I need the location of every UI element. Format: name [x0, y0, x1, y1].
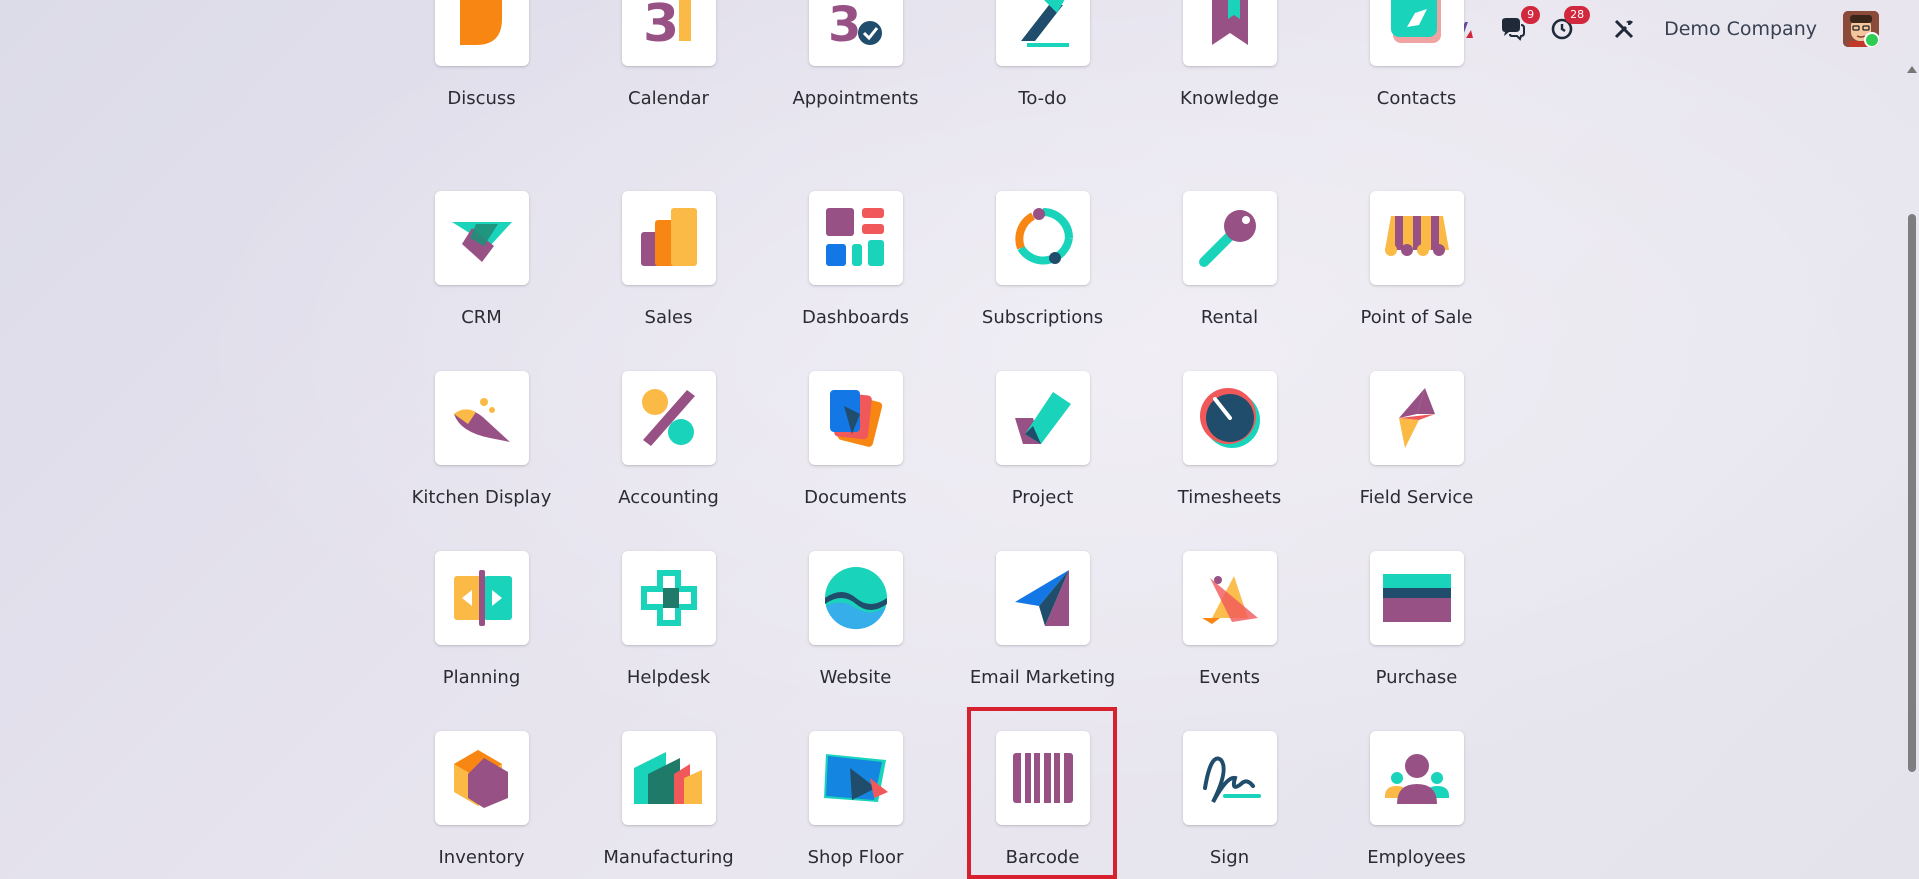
- app-email-marketing[interactable]: Email Marketing: [949, 551, 1136, 688]
- app-point-of-sale[interactable]: Point of Sale: [1323, 191, 1510, 328]
- sales-icon: [621, 191, 716, 285]
- app-label: Timesheets: [1177, 487, 1282, 508]
- app-label: Manufacturing: [603, 847, 734, 868]
- app-label: Email Marketing: [969, 667, 1116, 688]
- app-label: Knowledge: [1180, 88, 1279, 109]
- app-label: Planning: [442, 667, 521, 688]
- app-manufacturing[interactable]: Manufacturing: [575, 731, 762, 868]
- app-label: Appointments: [792, 88, 919, 109]
- app-label: Dashboards: [801, 307, 910, 328]
- app-discuss[interactable]: Discuss: [388, 0, 575, 109]
- app-kitchen-display[interactable]: Kitchen Display: [388, 371, 575, 508]
- manufacturing-icon: [621, 731, 716, 825]
- app-documents[interactable]: Documents: [762, 371, 949, 508]
- app-label: Point of Sale: [1360, 307, 1473, 328]
- app-label: Purchase: [1375, 667, 1458, 688]
- company-switcher[interactable]: Demo Company: [1664, 18, 1817, 40]
- app-label: Events: [1199, 667, 1260, 688]
- app-appointments[interactable]: 3 Appointments: [762, 0, 949, 109]
- app-label: To-do: [1018, 88, 1067, 109]
- tools-icon[interactable]: [1610, 15, 1638, 43]
- app-label: Sign: [1209, 847, 1250, 868]
- todo-icon: [995, 0, 1090, 66]
- online-status-icon: [1864, 32, 1879, 47]
- user-avatar[interactable]: [1843, 11, 1879, 47]
- app-subscriptions[interactable]: Subscriptions: [949, 191, 1136, 328]
- app-label: Kitchen Display: [411, 487, 552, 508]
- inventory-icon: [434, 731, 529, 825]
- discuss-icon: [434, 0, 529, 66]
- app-rental[interactable]: Rental: [1136, 191, 1323, 328]
- events-icon: [1182, 551, 1277, 645]
- app-label: Shop Floor: [807, 847, 904, 868]
- subscriptions-icon: [995, 191, 1090, 285]
- timesheets-icon: [1182, 371, 1277, 465]
- app-shop-floor[interactable]: Shop Floor: [762, 731, 949, 868]
- app-crm[interactable]: CRM: [388, 191, 575, 328]
- app-label: Helpdesk: [626, 667, 711, 688]
- svg-text:3: 3: [828, 0, 861, 49]
- app-label: Project: [1011, 487, 1074, 508]
- scroll-up-arrow-icon[interactable]: [1907, 66, 1917, 73]
- app-sign[interactable]: Sign: [1136, 731, 1323, 868]
- scrollbar-thumb[interactable]: [1908, 214, 1916, 772]
- messages-badge: 9: [1521, 6, 1541, 24]
- planning-icon: [434, 551, 529, 645]
- field-service-icon: [1369, 371, 1464, 465]
- calendar-icon: 3: [621, 0, 716, 66]
- app-planning[interactable]: Planning: [388, 551, 575, 688]
- app-accounting[interactable]: Accounting: [575, 371, 762, 508]
- appointments-icon: 3: [808, 0, 903, 66]
- helpdesk-icon: [621, 551, 716, 645]
- purchase-icon: [1369, 551, 1464, 645]
- app-todo[interactable]: To-do: [949, 0, 1136, 109]
- clock-icon[interactable]: 28: [1548, 6, 1591, 43]
- documents-icon: [808, 371, 903, 465]
- app-label: Sales: [644, 307, 693, 328]
- app-project[interactable]: Project: [949, 371, 1136, 508]
- app-helpdesk[interactable]: Helpdesk: [575, 551, 762, 688]
- kitchen-display-icon: [434, 371, 529, 465]
- app-label: CRM: [461, 307, 502, 328]
- app-timesheets[interactable]: Timesheets: [1136, 371, 1323, 508]
- dashboards-icon: [808, 191, 903, 285]
- app-label: Contacts: [1376, 88, 1457, 109]
- app-label: Subscriptions: [981, 307, 1104, 328]
- app-label: Website: [819, 667, 892, 688]
- app-label: Field Service: [1359, 487, 1474, 508]
- app-website[interactable]: Website: [762, 551, 949, 688]
- svg-text:3: 3: [643, 0, 679, 49]
- app-calendar[interactable]: 3 Calendar: [575, 0, 762, 109]
- app-label: Discuss: [447, 88, 516, 109]
- accounting-icon: [621, 371, 716, 465]
- sign-icon: [1182, 731, 1277, 825]
- app-sales[interactable]: Sales: [575, 191, 762, 328]
- app-label: Rental: [1200, 307, 1259, 328]
- app-label: Inventory: [438, 847, 525, 868]
- app-employees[interactable]: Employees: [1323, 731, 1510, 868]
- contacts-icon: [1369, 0, 1464, 66]
- activities-badge: 28: [1564, 6, 1591, 24]
- shop-floor-icon: [808, 731, 903, 825]
- app-label: Calendar: [628, 88, 709, 109]
- app-purchase[interactable]: Purchase: [1323, 551, 1510, 688]
- employees-icon: [1369, 731, 1464, 825]
- point-of-sale-icon: [1369, 191, 1464, 285]
- app-label: Employees: [1367, 847, 1466, 868]
- app-label: Accounting: [618, 487, 719, 508]
- website-icon: [808, 551, 903, 645]
- app-inventory[interactable]: Inventory: [388, 731, 575, 868]
- email-marketing-icon: [995, 551, 1090, 645]
- barcode-highlight-box: [967, 707, 1117, 879]
- app-contacts[interactable]: Contacts: [1323, 0, 1510, 109]
- app-field-service[interactable]: Field Service: [1323, 371, 1510, 508]
- knowledge-icon: [1182, 0, 1277, 66]
- rental-icon: [1182, 191, 1277, 285]
- app-events[interactable]: Events: [1136, 551, 1323, 688]
- app-label: Documents: [804, 487, 907, 508]
- crm-icon: [434, 191, 529, 285]
- app-knowledge[interactable]: Knowledge: [1136, 0, 1323, 109]
- project-icon: [995, 371, 1090, 465]
- app-dashboards[interactable]: Dashboards: [762, 191, 949, 328]
